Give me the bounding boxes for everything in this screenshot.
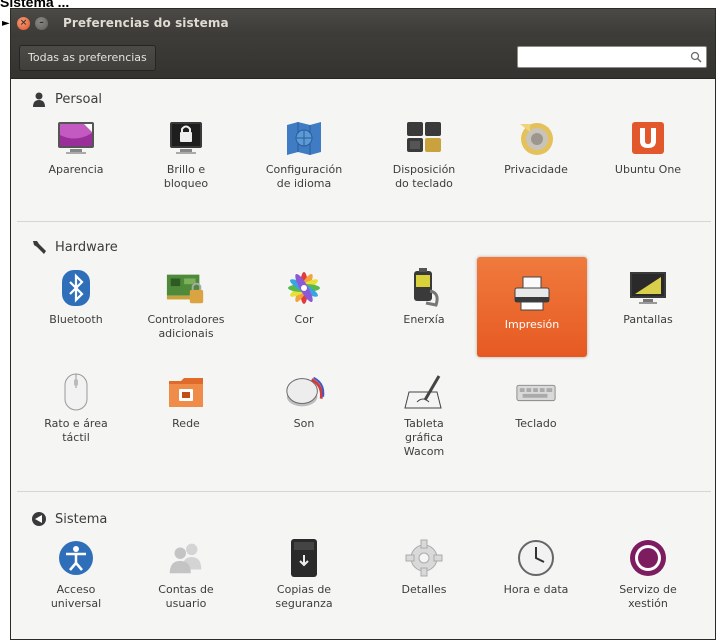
item-enerxia[interactable]: Enerxía [369,267,479,367]
item-configuracion-idioma[interactable]: Configuración de idioma [249,117,359,217]
item-tableta-wacom[interactable]: Tableta gráfica Wacom [369,371,479,471]
keyboard-icon [515,371,557,413]
item-impresion[interactable]: Impresión [477,257,587,357]
item-label: Brillo e bloqueo [163,163,209,190]
pointer-arrow-icon: ► [2,18,10,29]
wrench-icon [31,239,47,255]
item-pantallas[interactable]: Pantallas [593,267,703,367]
item-label: Contas de usuario [158,583,214,610]
section-title-personal: Persoal [55,91,103,107]
section-title-system: Sistema [55,511,108,527]
titlebar: × – Preferencias do sistema [11,9,715,37]
language-icon [283,117,325,159]
system-icon [31,511,47,527]
item-cor[interactable]: Cor [249,267,359,367]
item-disposicion-teclado[interactable]: Disposición do teclado [369,117,479,217]
printer-icon [511,273,553,315]
keyboard-layout-icon [403,117,445,159]
network-icon [165,371,207,413]
universal-access-icon [55,537,97,579]
item-rede[interactable]: Rede [131,371,241,471]
item-label: Disposición do teclado [392,163,456,190]
drivers-icon [165,267,207,309]
item-label: Configuración de idioma [265,163,343,190]
item-label: Tableta gráfica Wacom [403,417,445,458]
section-divider [17,221,711,222]
item-label: Rede [172,417,200,430]
item-controladores[interactable]: Controladores adicionais [131,267,241,367]
item-label: Ubuntu One [614,163,682,176]
close-window-button[interactable]: × [17,16,30,30]
item-teclado[interactable]: Teclado [481,371,591,471]
item-label: Detalles [401,583,447,596]
search-input[interactable] [522,48,682,66]
window-title: Preferencias do sistema [63,16,229,30]
displays-icon [627,267,669,309]
item-label: Bluetooth [49,313,103,326]
item-ubuntu-one[interactable]: Ubuntu One [593,117,703,217]
item-hora-data[interactable]: Hora e data [481,537,591,637]
item-label: Hora e data [503,583,569,596]
item-brillo-bloqueo[interactable]: Brillo e bloqueo [131,117,241,217]
system-settings-window: × – Preferencias do sistema Todas as pre… [10,8,716,640]
power-icon [403,267,445,309]
toolbar: Todas as preferencias [11,37,715,79]
section-header-hardware: Hardware [31,237,118,257]
item-label: Cor [294,313,314,326]
item-servizo-xestion[interactable]: Servizo de xestión [593,537,703,637]
appearance-icon [55,117,97,159]
item-privacidade[interactable]: Privacidade [481,117,591,217]
wacom-tablet-icon [403,371,445,413]
item-label: Controladores adicionais [147,313,225,340]
ubuntu-one-icon [627,117,669,159]
section-header-personal: Persoal [31,89,102,109]
item-label: Enerxía [403,313,445,326]
item-label: Aparencia [48,163,104,176]
user-accounts-icon [165,537,207,579]
sound-icon [283,371,325,413]
color-icon [283,267,325,309]
mouse-icon [55,371,97,413]
settings-content: Persoal Aparencia Brillo e bloqueo Confi… [11,79,715,639]
section-header-system: Sistema [31,509,107,529]
bluetooth-icon [55,267,97,309]
item-label: Son [293,417,315,430]
item-aparencia[interactable]: Aparencia [21,117,131,217]
item-detalles[interactable]: Detalles [369,537,479,637]
time-date-icon [515,537,557,579]
backup-icon [283,537,325,579]
item-son[interactable]: Son [249,371,359,471]
section-divider [17,491,711,492]
all-preferences-button[interactable]: Todas as preferencias [19,44,156,71]
brightness-lock-icon [165,117,207,159]
item-label: Teclado [515,417,557,430]
item-label: Servizo de xestión [619,583,677,610]
privacy-icon [515,117,557,159]
search-field[interactable] [517,46,707,68]
item-acceso-universal[interactable]: Acceso universal [21,537,131,637]
minimize-window-button[interactable]: – [35,16,48,30]
item-label: Copias de seguranza [275,583,333,610]
item-label: Privacidade [504,163,568,176]
item-label: Impresión [504,318,560,331]
search-icon [690,51,702,63]
item-rato[interactable]: Rato e área táctil [21,371,131,471]
item-label: Pantallas [623,313,673,326]
item-label: Acceso universal [50,583,102,610]
item-bluetooth[interactable]: Bluetooth [21,267,131,367]
management-service-icon [627,537,669,579]
item-label: Rato e área táctil [44,417,108,444]
person-icon [31,91,47,107]
item-copias-seguranza[interactable]: Copias de seguranza [249,537,359,637]
section-title-hardware: Hardware [55,239,118,255]
item-contas-usuario[interactable]: Contas de usuario [131,537,241,637]
details-icon [403,537,445,579]
